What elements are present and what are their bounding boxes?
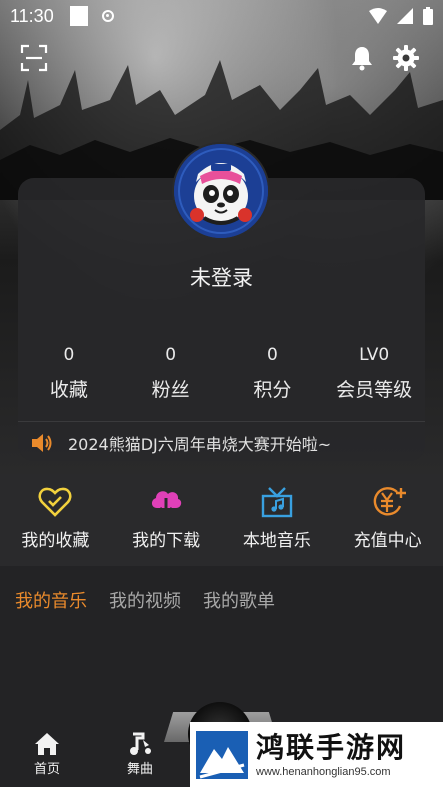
home-icon [35, 733, 59, 755]
wifi-icon [369, 8, 387, 24]
nav-label: 首页 [33, 762, 60, 777]
watermark-url: www.henanhonglian95.com [256, 765, 391, 778]
record-dot-icon [101, 10, 114, 22]
scan-icon[interactable] [20, 44, 48, 72]
notification-square-icon [69, 6, 88, 26]
quick-label: 我的收藏 [21, 531, 90, 551]
heart-icon [38, 487, 72, 517]
stat-value: 0 [165, 345, 177, 365]
quick-actions: 我的收藏 我的下载 本地音乐 充值中心 [0, 474, 443, 566]
settings-gear-icon[interactable] [392, 44, 420, 72]
watermark-logo-icon [196, 730, 248, 779]
stat-label: 粉丝 [151, 379, 190, 401]
my-downloads-button[interactable]: 我的下载 [111, 474, 222, 566]
watermark-overlay: 鸿联手游网 www.henanhonglian95.com [190, 722, 443, 787]
nav-home[interactable]: 首页 [17, 732, 77, 777]
stats-row: 0 收藏 0 粉丝 0 积分 LV0 会员等级 [18, 340, 425, 402]
stat-favorites[interactable]: 0 收藏 [18, 340, 120, 402]
battery-icon [423, 7, 433, 25]
panda-mascot-icon [174, 144, 268, 238]
tab-my-music[interactable]: 我的音乐 [15, 587, 87, 613]
quick-label: 本地音乐 [242, 531, 311, 551]
cellular-signal-icon [397, 8, 413, 24]
avatar[interactable] [172, 142, 270, 240]
announcement-bar[interactable]: 2024熊猫DJ六周年串烧大赛开始啦~ [30, 430, 331, 456]
quick-label: 我的下载 [132, 531, 201, 551]
yuan-coin-icon [373, 487, 406, 516]
stat-label: 积分 [253, 379, 292, 401]
tab-my-playlists[interactable]: 我的歌单 [203, 587, 275, 613]
stat-points[interactable]: 0 积分 [222, 340, 324, 402]
stat-label: 收藏 [49, 379, 88, 401]
content-tabs: 我的音乐 我的视频 我的歌单 [15, 587, 275, 613]
watermark-title: 鸿联手游网 [256, 730, 407, 764]
local-music-button[interactable]: 本地音乐 [222, 474, 333, 566]
stat-label: 会员等级 [336, 379, 413, 401]
speaker-icon [32, 434, 52, 452]
stat-value: 0 [63, 345, 75, 365]
stat-fans[interactable]: 0 粉丝 [120, 340, 222, 402]
stat-member-level[interactable]: LV0 会员等级 [323, 340, 425, 402]
stat-value: LV0 [359, 345, 390, 365]
login-status[interactable]: 未登录 [0, 262, 443, 292]
divider [18, 421, 425, 422]
tab-my-videos[interactable]: 我的视频 [109, 587, 181, 613]
bell-icon[interactable] [348, 44, 376, 72]
nav-label: 舞曲 [126, 762, 153, 777]
quick-label: 充值中心 [353, 531, 422, 551]
music-note-icon [130, 732, 151, 755]
announcement-text: 2024熊猫DJ六周年串烧大赛开始啦~ [68, 435, 332, 454]
status-time: 11:30 [10, 5, 54, 26]
nav-dance-music[interactable]: 舞曲 [110, 732, 170, 777]
status-bar: 11:30 [0, 0, 443, 32]
recharge-center-button[interactable]: 充值中心 [332, 474, 443, 566]
my-favorites-button[interactable]: 我的收藏 [0, 474, 111, 566]
gift-box-music-icon [261, 487, 293, 518]
stat-value: 0 [266, 345, 278, 365]
cloud-download-icon [152, 491, 182, 518]
